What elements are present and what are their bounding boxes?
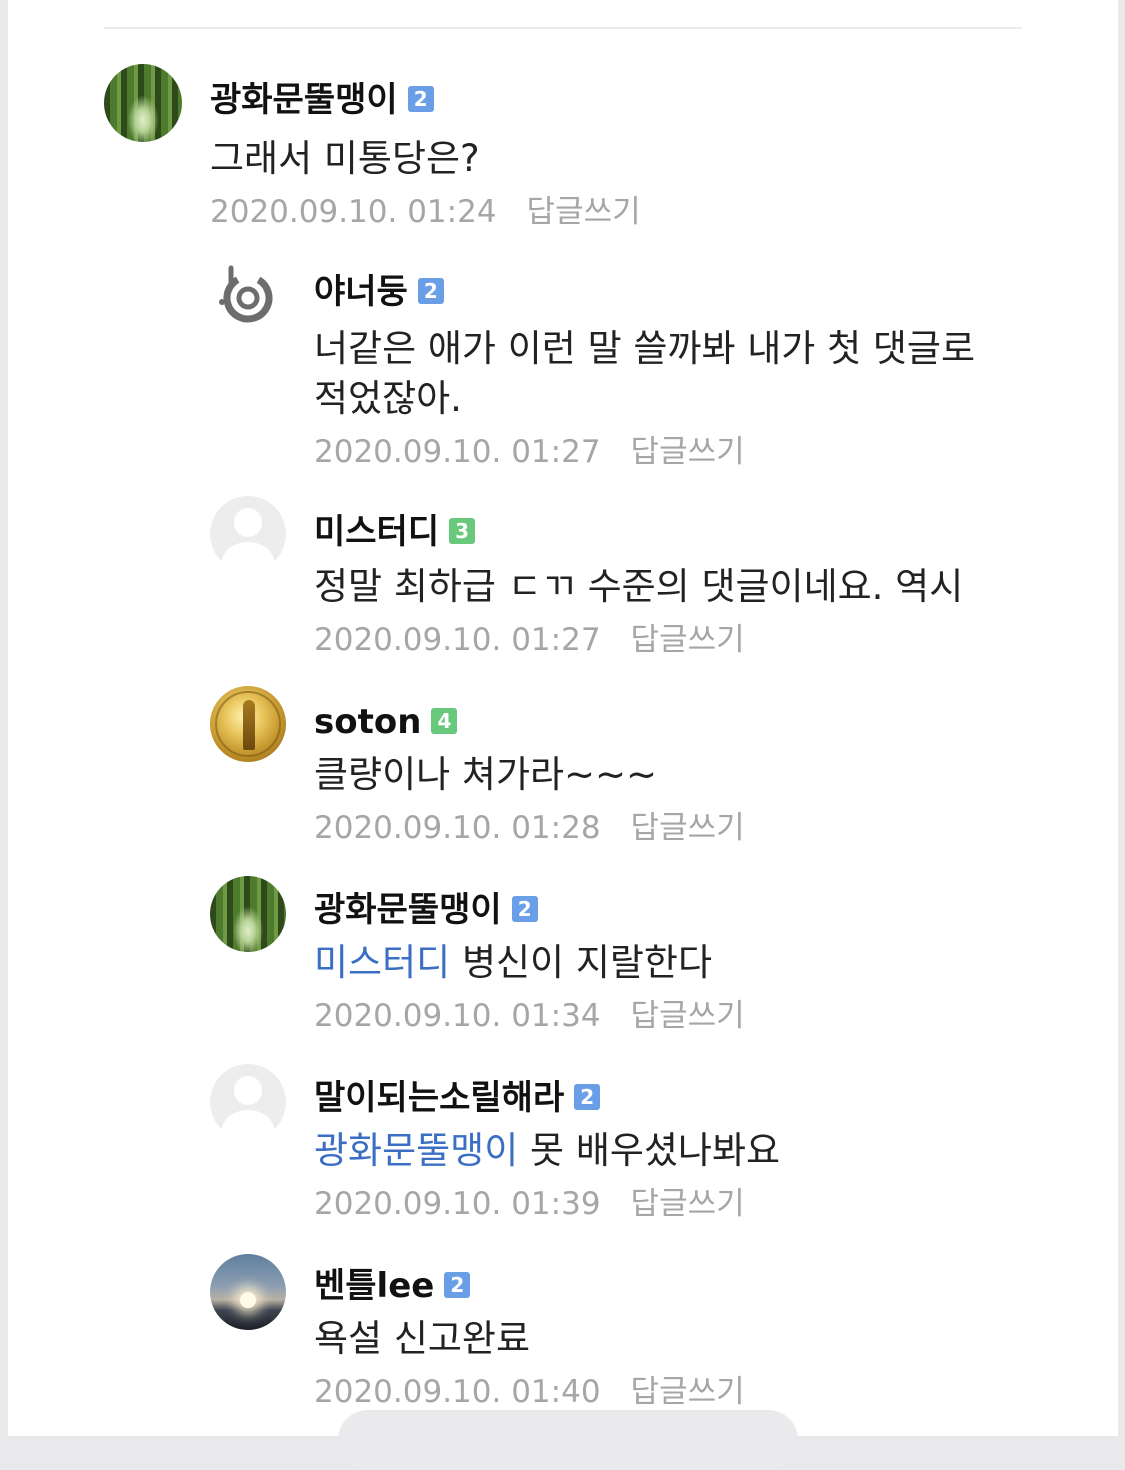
reply-button[interactable]: 답글쓰기: [631, 998, 745, 1034]
timestamp: 2020.09.10. 01:27: [314, 434, 601, 470]
reply-button[interactable]: 답글쓰기: [631, 1186, 745, 1222]
nickname-text: 미스터디: [314, 512, 440, 552]
level-badge: 2: [444, 1271, 471, 1298]
comment-text: 너같은 애가 이런 말 쓸까봐 내가 첫 댓글로: [314, 327, 976, 370]
comment-meta: 2020.09.10. 01:27 답글쓰기: [314, 432, 745, 472]
avatar[interactable]: [210, 876, 286, 952]
reply-button[interactable]: 답글쓰기: [631, 622, 745, 658]
level-badge: 2: [417, 277, 444, 304]
reply-button[interactable]: 답글쓰기: [631, 1374, 745, 1410]
default-avatar-body: [220, 541, 276, 572]
avatar[interactable]: [210, 256, 286, 332]
nickname-text: 광화문뚤맹이: [210, 80, 398, 120]
mention-link[interactable]: 미스터디: [314, 941, 450, 984]
level-badge: 2: [511, 895, 538, 922]
avatar[interactable]: [210, 686, 286, 762]
nickname-text: 벤틀lee: [314, 1266, 435, 1306]
bottom-input-bar[interactable]: [338, 1410, 798, 1470]
reply-button[interactable]: 답글쓰기: [631, 810, 745, 846]
comment-text: 클량이나 쳐가라~~~: [314, 753, 658, 796]
comment-page: 광화문뚤맹이 2 그래서 미통당은? 2020.09.10. 01:24 답글쓰기 …: [8, 0, 1118, 1470]
nickname-text: 말이되는소릴해라: [314, 1078, 565, 1118]
level-badge: 4: [431, 707, 458, 734]
comment-text: 미스터디 병신이 지랄한다: [314, 938, 712, 988]
default-avatar-icon: [233, 1076, 263, 1106]
level-badge: 2: [407, 85, 434, 112]
avatar[interactable]: [210, 1064, 286, 1140]
timestamp: 2020.09.10. 01:28: [314, 810, 601, 846]
comment-body: 병신이 지랄한다: [461, 941, 712, 984]
comment-nickname[interactable]: 야너둥 2: [314, 272, 444, 312]
timestamp: 2020.09.10. 01:39: [314, 1186, 601, 1222]
comment-nickname[interactable]: 벤틀lee 2: [314, 1266, 471, 1306]
comment-meta: 2020.09.10. 01:34 답글쓰기: [314, 996, 745, 1036]
comment-text: 적었잖아.: [314, 377, 462, 420]
default-avatar-icon: [233, 508, 263, 538]
comment-meta: 2020.09.10. 01:28 답글쓰기: [314, 808, 745, 848]
mention-link[interactable]: 광화문뚤맹이: [314, 1129, 518, 1172]
comment-nickname[interactable]: 광화문뚤맹이 2: [210, 80, 434, 120]
logo-icon: [219, 265, 273, 323]
comment-text: 광화문뚤맹이 못 배우셨나봐요: [314, 1126, 780, 1176]
timestamp: 2020.09.10. 01:27: [314, 622, 601, 658]
comment-nickname[interactable]: soton 4: [314, 702, 458, 742]
comment-nickname[interactable]: 미스터디 3: [314, 512, 476, 552]
nickname-text: 광화문뚤맹이: [314, 890, 502, 930]
comment-body: 못 배우셨나봐요: [530, 1129, 781, 1172]
level-badge: 3: [449, 517, 476, 544]
avatar[interactable]: [210, 1254, 286, 1330]
comment-nickname[interactable]: 광화문뚤맹이 2: [314, 890, 538, 930]
sun-image: [240, 1292, 256, 1308]
default-avatar-body: [220, 1109, 276, 1140]
timestamp: 2020.09.10. 01:34: [314, 998, 601, 1034]
reply-button[interactable]: 답글쓰기: [527, 194, 641, 230]
timestamp: 2020.09.10. 01:40: [314, 1374, 601, 1410]
comment-meta: 2020.09.10. 01:39 답글쓰기: [314, 1184, 745, 1224]
level-badge: 2: [574, 1083, 601, 1110]
reply-button[interactable]: 답글쓰기: [631, 434, 745, 470]
nickname-text: soton: [314, 702, 422, 742]
comment-meta: 2020.09.10. 01:40 답글쓰기: [314, 1372, 745, 1412]
comment-text: 욕설 신고완료: [314, 1317, 531, 1360]
divider: [104, 27, 1022, 29]
nickname-text: 야너둥: [314, 272, 408, 312]
comment-text: 정말 최하급 ㄷㄲ 수준의 댓글이네요. 역시: [314, 565, 964, 608]
comment-nickname[interactable]: 말이되는소릴해라 2: [314, 1078, 601, 1118]
avatar[interactable]: [210, 496, 286, 572]
comment-meta: 2020.09.10. 01:27 답글쓰기: [314, 620, 745, 660]
comment-meta: 2020.09.10. 01:24 답글쓰기: [210, 192, 641, 232]
comment-text: 그래서 미통당은?: [210, 137, 480, 180]
timestamp: 2020.09.10. 01:24: [210, 194, 497, 230]
coin-figure: [243, 700, 255, 750]
avatar[interactable]: [104, 64, 182, 142]
